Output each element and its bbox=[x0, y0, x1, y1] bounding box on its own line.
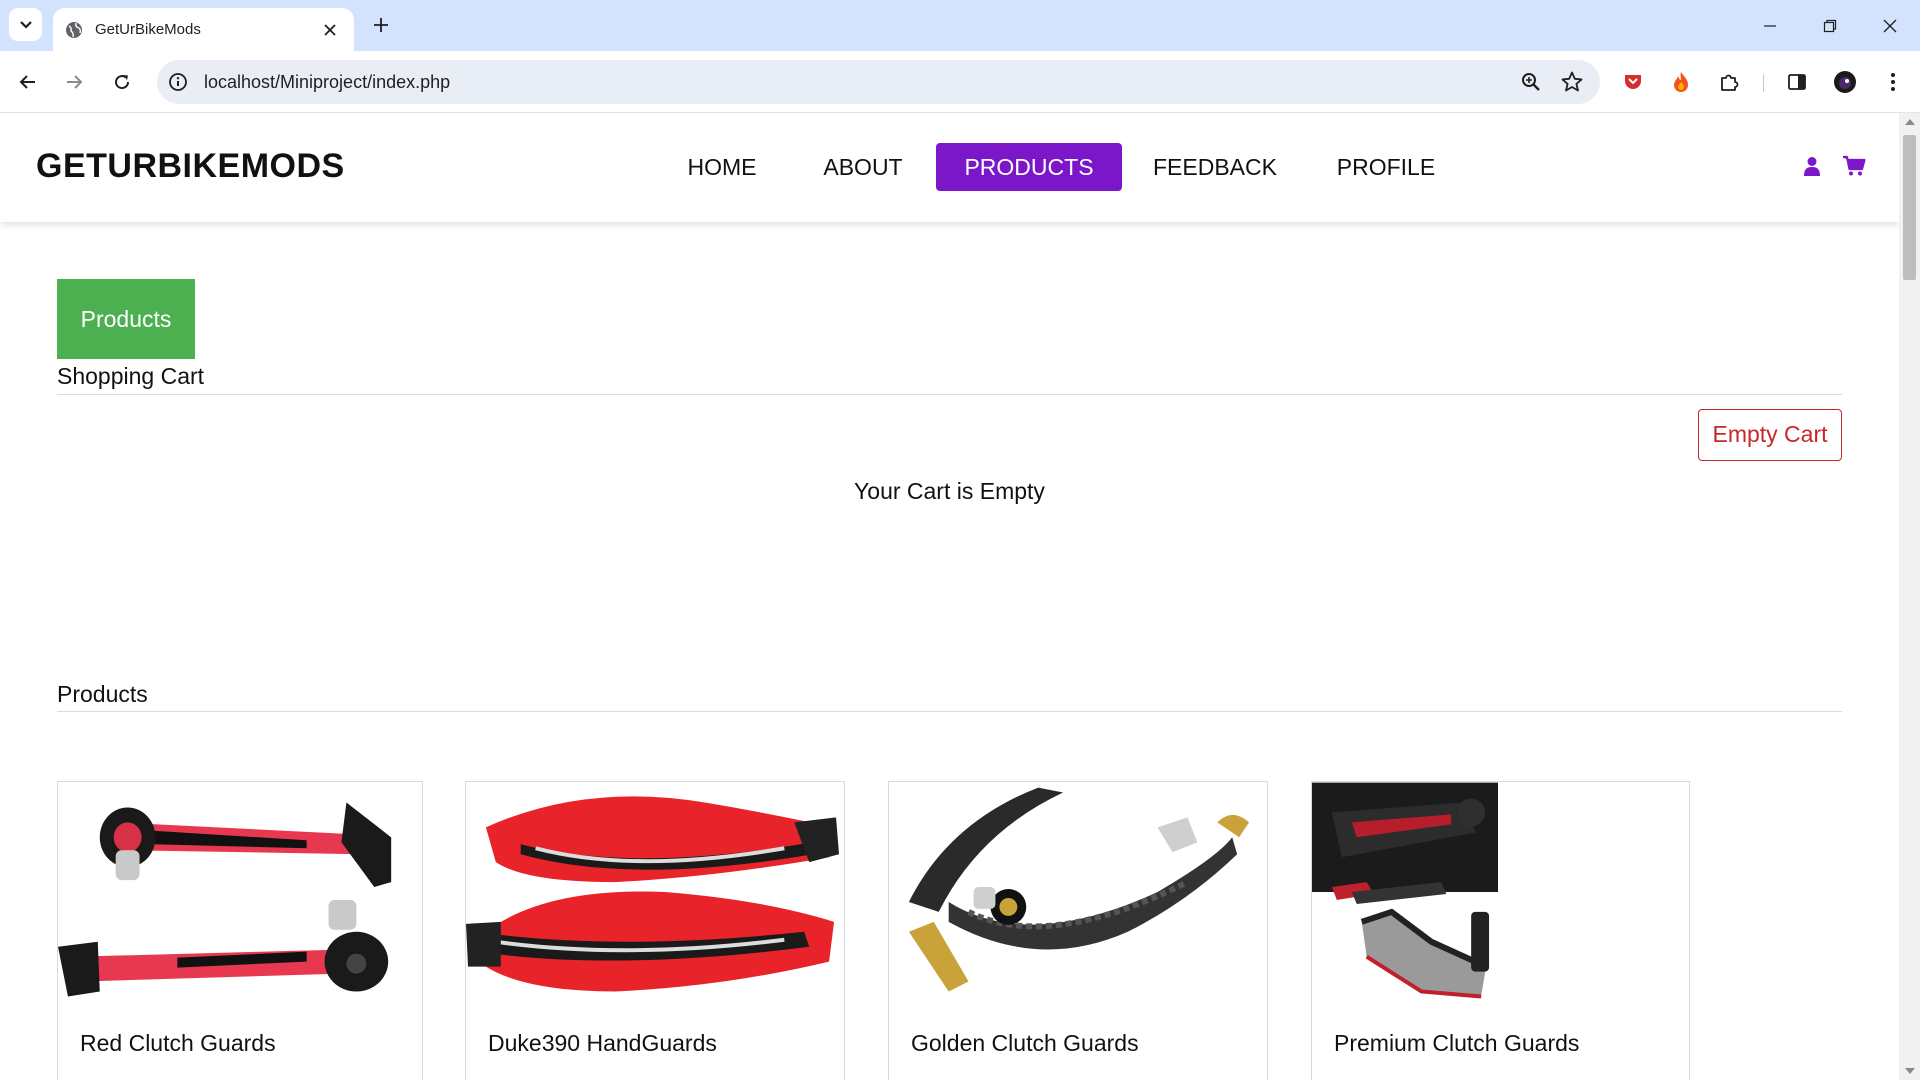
close-icon bbox=[1883, 19, 1897, 33]
product-image-red-clutch-guards[interactable] bbox=[58, 782, 422, 1007]
browser-tab[interactable]: GetUrBikeMods bbox=[53, 8, 354, 51]
product-name[interactable]: Red Clutch Guards bbox=[80, 1030, 276, 1057]
browser-toolbar: localhost/Miniproject/index.php bbox=[0, 51, 1920, 113]
browser-chrome: GetUrBikeMods localhost/Miniproject/inde… bbox=[0, 0, 1920, 113]
extension-shield-icon[interactable] bbox=[1619, 68, 1647, 96]
chevron-down-icon bbox=[19, 20, 32, 29]
url-text: localhost/Miniproject/index.php bbox=[204, 72, 451, 92]
restore-icon bbox=[1823, 19, 1837, 33]
products-divider bbox=[57, 711, 1842, 712]
site-header: GETURBIKEMODS HOME ABOUT PRODUCTS FEEDBA… bbox=[0, 113, 1899, 222]
close-window-button[interactable] bbox=[1872, 9, 1908, 43]
browser-menu-icon[interactable] bbox=[1879, 68, 1907, 96]
product-name[interactable]: Premium Clutch Guards bbox=[1334, 1030, 1579, 1057]
product-image-premium-clutch-guards[interactable] bbox=[1312, 782, 1689, 1007]
cart-empty-message: Your Cart is Empty bbox=[854, 478, 1045, 504]
site-info-icon[interactable] bbox=[167, 71, 189, 93]
forward-button[interactable] bbox=[58, 66, 90, 98]
scrollbar-thumb[interactable] bbox=[1903, 135, 1916, 280]
extension-flame-icon[interactable] bbox=[1667, 68, 1695, 96]
tab-strip: GetUrBikeMods bbox=[0, 0, 1920, 51]
site-logo[interactable]: GETURBIKEMODS bbox=[36, 147, 345, 186]
product-card[interactable]: Premium Clutch Guards bbox=[1311, 781, 1690, 1080]
tab-close-icon[interactable] bbox=[320, 20, 340, 40]
product-image-duke390-handguards[interactable] bbox=[466, 782, 844, 1007]
back-button[interactable] bbox=[12, 66, 44, 98]
scroll-down-arrow-icon[interactable] bbox=[1905, 1068, 1915, 1074]
product-name[interactable]: Golden Clutch Guards bbox=[911, 1030, 1139, 1057]
user-icon[interactable] bbox=[1801, 155, 1823, 177]
cart-divider bbox=[57, 394, 1842, 395]
scroll-up-arrow-icon[interactable] bbox=[1905, 119, 1915, 125]
toolbar-separator bbox=[1763, 74, 1764, 92]
globe-icon bbox=[66, 21, 82, 38]
product-card[interactable]: Duke390 HandGuards bbox=[465, 781, 845, 1080]
product-card[interactable]: Golden Clutch Guards bbox=[888, 781, 1268, 1080]
product-image-golden-clutch-guards[interactable] bbox=[889, 782, 1267, 1007]
minimize-icon bbox=[1764, 25, 1776, 27]
web-page: GETURBIKEMODS HOME ABOUT PRODUCTS FEEDBA… bbox=[0, 113, 1899, 1080]
product-card[interactable]: Red Clutch Guards bbox=[57, 781, 423, 1080]
nav-products[interactable]: PRODUCTS bbox=[936, 143, 1122, 191]
reload-button[interactable] bbox=[106, 66, 138, 98]
tab-search-button[interactable] bbox=[9, 8, 42, 41]
back-arrow-icon bbox=[19, 75, 35, 89]
nav-feedback[interactable]: FEEDBACK bbox=[1150, 143, 1280, 191]
new-tab-button[interactable] bbox=[368, 12, 394, 38]
address-bar[interactable]: localhost/Miniproject/index.php bbox=[157, 60, 1600, 104]
reload-icon bbox=[115, 75, 130, 90]
extensions-puzzle-icon[interactable] bbox=[1715, 68, 1743, 96]
plus-icon bbox=[374, 18, 388, 32]
minimize-button[interactable] bbox=[1752, 9, 1788, 43]
products-button[interactable]: Products bbox=[57, 279, 195, 359]
nav-about[interactable]: ABOUT bbox=[818, 143, 908, 191]
bookmark-star-icon[interactable] bbox=[1560, 70, 1584, 94]
product-name[interactable]: Duke390 HandGuards bbox=[488, 1030, 717, 1057]
nav-home[interactable]: HOME bbox=[680, 143, 764, 191]
zoom-icon[interactable] bbox=[1520, 71, 1542, 93]
empty-cart-button[interactable]: Empty Cart bbox=[1698, 409, 1842, 461]
shopping-cart-title: Shopping Cart bbox=[57, 363, 205, 389]
nav-profile[interactable]: PROFILE bbox=[1334, 143, 1438, 191]
profile-avatar-icon[interactable] bbox=[1831, 68, 1859, 96]
restore-button[interactable] bbox=[1812, 9, 1848, 43]
forward-arrow-icon bbox=[67, 75, 83, 89]
products-section-title: Products bbox=[57, 681, 148, 707]
tab-title: GetUrBikeMods bbox=[95, 21, 201, 38]
page-scrollbar[interactable] bbox=[1899, 113, 1920, 1080]
side-panel-icon[interactable] bbox=[1783, 68, 1811, 96]
cart-icon[interactable] bbox=[1842, 155, 1866, 177]
